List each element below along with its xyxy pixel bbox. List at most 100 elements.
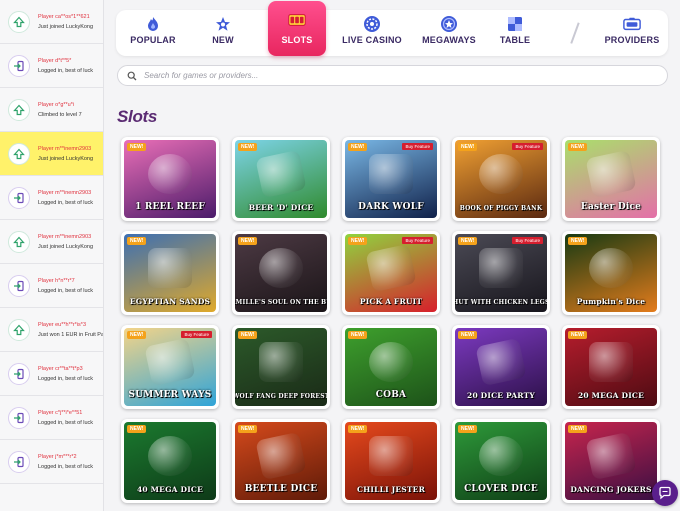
game-thumbnail: NEW! WOLF FANG DEEP FOREST — [235, 328, 327, 406]
section-title: Slots — [117, 107, 158, 126]
levelup-icon — [8, 230, 30, 253]
category-tab-table[interactable]: TABLE — [486, 10, 544, 56]
game-tile[interactable]: NEW! BEETLE DICE — [232, 419, 330, 503]
game-thumbnail: NEW! 20 DICE PARTY — [455, 328, 547, 406]
new-badge: NEW! — [127, 331, 147, 339]
feed-text: Player ca**os*1**621 Just joined LuckyKon… — [38, 12, 93, 32]
game-thumbnail: NEW! Easter Dice — [565, 140, 657, 218]
game-title: WOLF FANG DEEP FOREST — [235, 393, 327, 400]
chat-button[interactable] — [652, 480, 678, 506]
game-thumbnail: NEW! COBA — [345, 328, 437, 406]
buy-feature-badge: Buy Feature — [402, 143, 433, 150]
feed-item: Player m**inemn2903 Just joined LuckyKong — [0, 132, 103, 176]
thumbnail-art — [479, 248, 523, 288]
feed-player-name: Player o*g**u*i — [38, 101, 75, 108]
game-tile[interactable]: NEW! Buy Feature DARK WOLF — [342, 137, 440, 221]
game-thumbnail: NEW! 1 REEL REEF — [124, 140, 216, 218]
game-tile[interactable]: NEW! Pumpkin's Dice — [562, 231, 660, 315]
roulette-icon — [363, 15, 381, 33]
feed-text: Player j*m***r*2 Logged in, best of luck — [38, 452, 93, 472]
levelup-icon — [8, 98, 30, 121]
thumbnail-art — [369, 154, 413, 194]
game-tile[interactable]: NEW! WOLF FANG DEEP FOREST — [232, 325, 330, 409]
game-tile[interactable]: NEW! BEER 'D' DICE — [232, 137, 330, 221]
category-tab-live-casino[interactable]: LIVE CASINO — [334, 10, 410, 56]
game-tile[interactable]: NEW! Buy Feature SUMMER WAYS — [121, 325, 219, 409]
game-thumbnail: NEW! Buy Feature SUMMER WAYS — [124, 328, 216, 406]
feed-action: Logged in, best of luck — [38, 67, 94, 74]
slot-machine-icon — [288, 11, 306, 29]
category-tab-new[interactable]: NEW — [186, 10, 260, 56]
feed-item: Player m**inemn2903 Logged in, best of lu… — [0, 176, 103, 220]
checker-icon — [506, 15, 524, 33]
category-label: TABLE — [499, 35, 531, 45]
game-tile[interactable]: NEW! EGYPTIAN SANDS — [121, 231, 219, 315]
buy-feature-badge: Buy Feature — [512, 143, 543, 150]
game-tile[interactable]: NEW! 20 MEGA DICE — [562, 325, 660, 409]
game-title: 20 DICE PARTY — [467, 391, 535, 400]
thumbnail-art — [148, 154, 192, 194]
game-tile[interactable]: NEW! CAMILLE'S SOUL ON THE BUS — [232, 231, 330, 315]
game-title: DARK WOLF — [358, 202, 424, 212]
game-thumbnail: NEW! CLOVER DICE — [455, 422, 547, 500]
game-title: BOOK OF PIGGY BANK — [459, 205, 543, 212]
category-tab-popular[interactable]: POPULAR — [116, 10, 190, 56]
game-tile[interactable]: NEW! 40 MEGA DICE — [121, 419, 219, 503]
category-tab-providers[interactable]: PROVIDERS — [596, 10, 668, 56]
login-icon — [8, 54, 30, 77]
search-bar[interactable] — [117, 65, 668, 86]
feed-item: Player m**inemn2903 Just joined LuckyKong — [0, 220, 103, 264]
game-tile[interactable]: NEW! COBA — [342, 325, 440, 409]
login-icon — [8, 406, 30, 429]
game-tile[interactable]: NEW! Buy Feature PICK A FRUIT — [342, 231, 440, 315]
feed-item: Player ca**os*1**621 Just joined LuckyKon… — [0, 0, 103, 44]
thumbnail-art — [369, 436, 413, 476]
game-title: PICK A FRUIT — [359, 297, 423, 306]
category-tab-megaways[interactable]: MEGAWAYS — [412, 10, 486, 56]
search-input[interactable] — [144, 71, 644, 80]
game-tile[interactable]: NEW! Buy Feature HUT WITH CHICKEN LEGS — [452, 231, 550, 315]
game-thumbnail: NEW! 20 MEGA DICE — [565, 328, 657, 406]
category-label: MEGAWAYS — [422, 35, 476, 45]
game-title: BEETLE DICE — [244, 484, 318, 494]
thumbnail-art — [479, 436, 523, 476]
feed-text: Player m**inemn2903 Just joined LuckyKong — [38, 144, 93, 164]
game-tile[interactable]: NEW! CLOVER DICE — [452, 419, 550, 503]
feed-player-name: Player ca**os*1**621 — [38, 13, 90, 20]
providers-icon — [623, 15, 641, 33]
feed-action: Logged in, best of luck — [38, 199, 94, 206]
feed-item: Player j*m***r*2 Logged in, best of luck — [0, 440, 103, 484]
new-badge: NEW! — [348, 143, 368, 151]
feed-text: Player cr**ta**t*p3 Logged in, best of lu… — [38, 364, 93, 384]
new-badge: NEW! — [348, 237, 368, 245]
game-thumbnail: NEW! EGYPTIAN SANDS — [124, 234, 216, 312]
login-icon — [8, 450, 30, 473]
flame-icon — [144, 15, 162, 33]
category-tab-slots[interactable]: SLOTS — [268, 1, 326, 56]
game-title: CAMILLE'S SOUL ON THE BUS — [235, 299, 327, 306]
game-tile[interactable]: NEW! Buy Feature BOOK OF PIGGY BANK — [452, 137, 550, 221]
search-icon — [127, 71, 137, 80]
game-thumbnail: NEW! Buy Feature BOOK OF PIGGY BANK — [455, 140, 547, 218]
game-thumbnail: NEW! 40 MEGA DICE — [124, 422, 216, 500]
game-title: Easter Dice — [580, 202, 642, 212]
new-badge: NEW! — [348, 425, 368, 433]
chip-icon — [440, 15, 458, 33]
feed-text: Player eu**h**r*is*3 Just won 1 EUR in Fr… — [38, 320, 103, 340]
game-title: BEER 'D' DICE — [248, 203, 314, 212]
game-tile[interactable]: NEW! Easter Dice — [562, 137, 660, 221]
new-badge: NEW! — [568, 237, 588, 245]
feed-text: Player h*n**r*7 Logged in, best of luck — [38, 276, 93, 296]
thumbnail-art — [259, 342, 303, 382]
game-tile[interactable]: NEW! 1 REEL REEF — [121, 137, 219, 221]
new-badge: NEW! — [458, 237, 478, 245]
game-tile[interactable]: NEW! CHILLI JESTER — [342, 419, 440, 503]
new-badge: NEW! — [568, 143, 588, 151]
feed-text: Player m**inemn2903 Just joined LuckyKong — [38, 232, 93, 252]
game-tile[interactable]: NEW! 20 DICE PARTY — [452, 325, 550, 409]
thumbnail-art — [255, 149, 307, 199]
new-badge: NEW! — [238, 331, 258, 339]
feed-text: Player m**inemn2903 Logged in, best of lu… — [38, 188, 93, 208]
game-tile[interactable]: NEW! DANCING JOKERS — [562, 419, 660, 503]
thumbnail-art — [585, 431, 637, 481]
